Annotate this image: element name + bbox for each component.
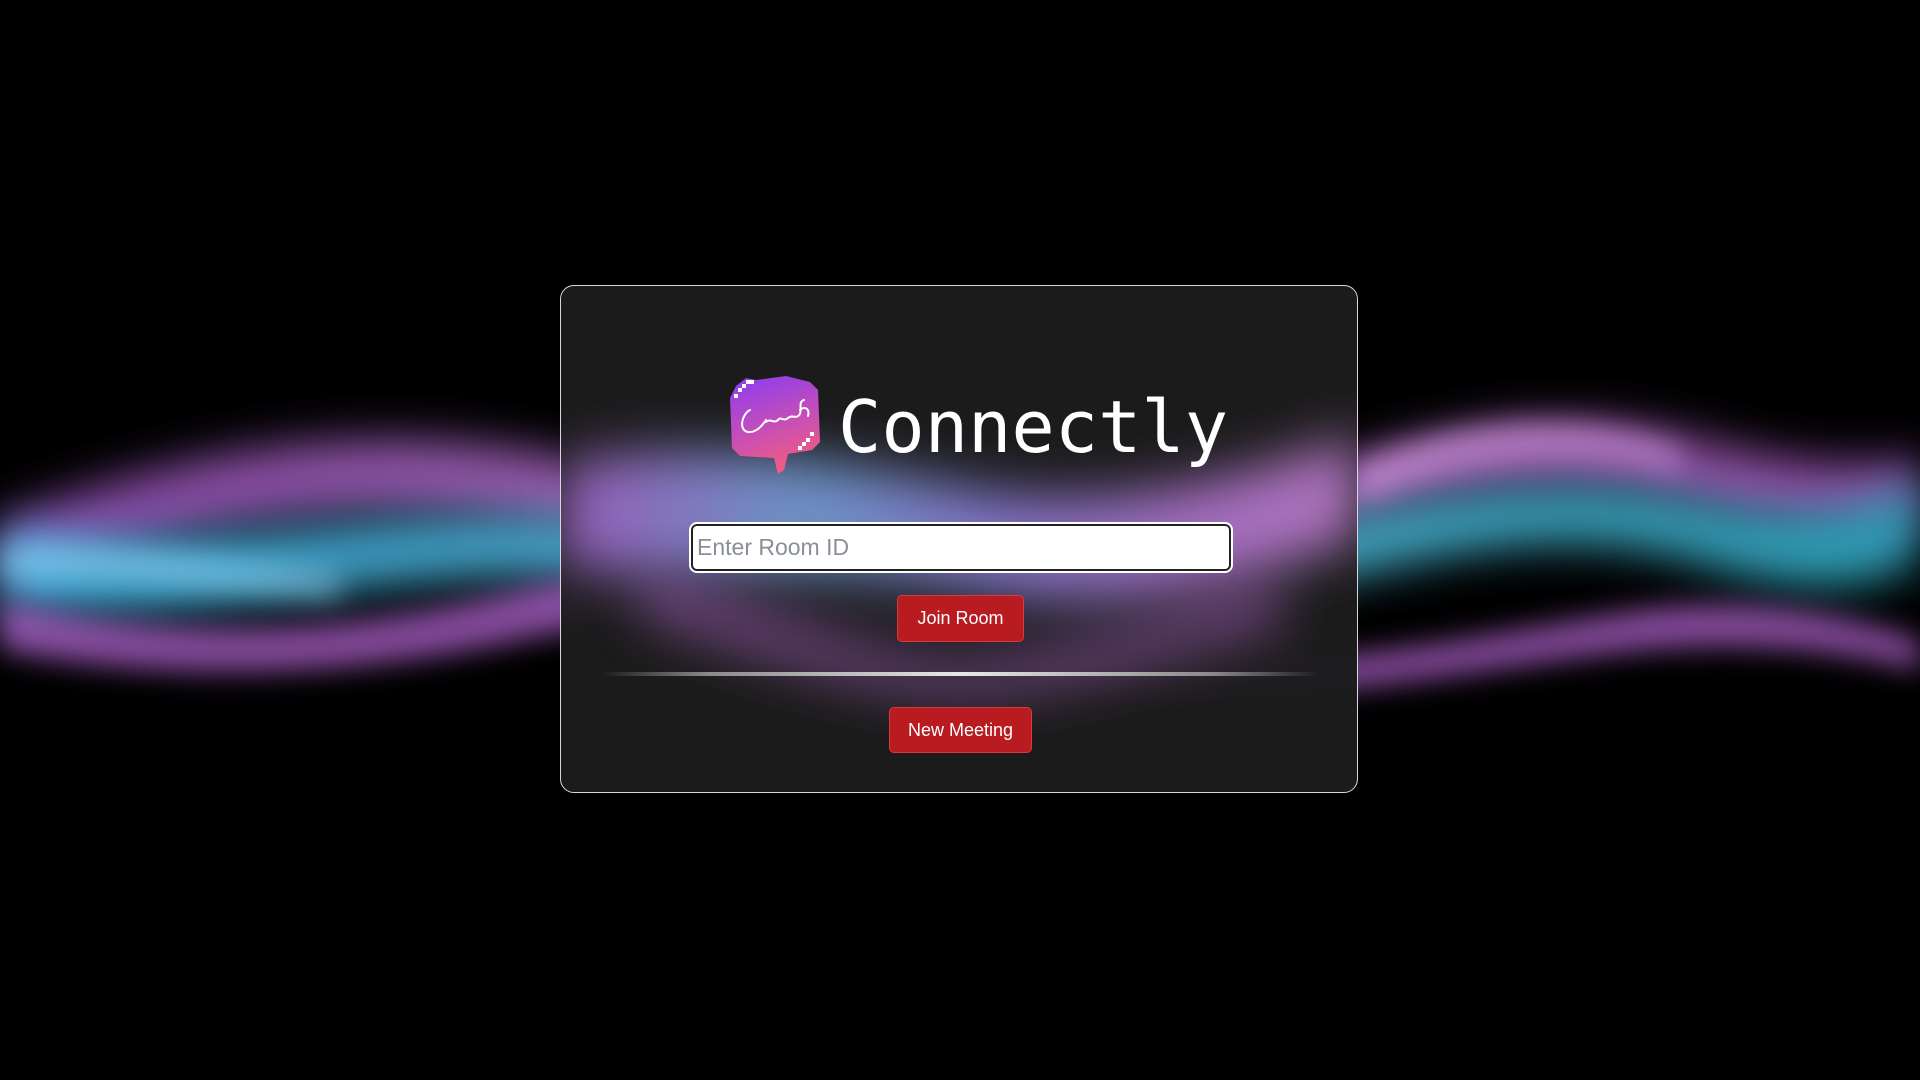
join-card: Connectly Join Room New Meeting	[560, 285, 1358, 793]
app-title: Connectly	[838, 385, 1229, 469]
join-room-button[interactable]: Join Room	[897, 595, 1024, 642]
new-meeting-button[interactable]: New Meeting	[889, 707, 1032, 753]
room-id-input[interactable]	[689, 522, 1233, 573]
brand: Connectly	[726, 370, 1228, 480]
chat-bubble-logo-icon	[726, 370, 826, 480]
divider	[601, 672, 1319, 676]
